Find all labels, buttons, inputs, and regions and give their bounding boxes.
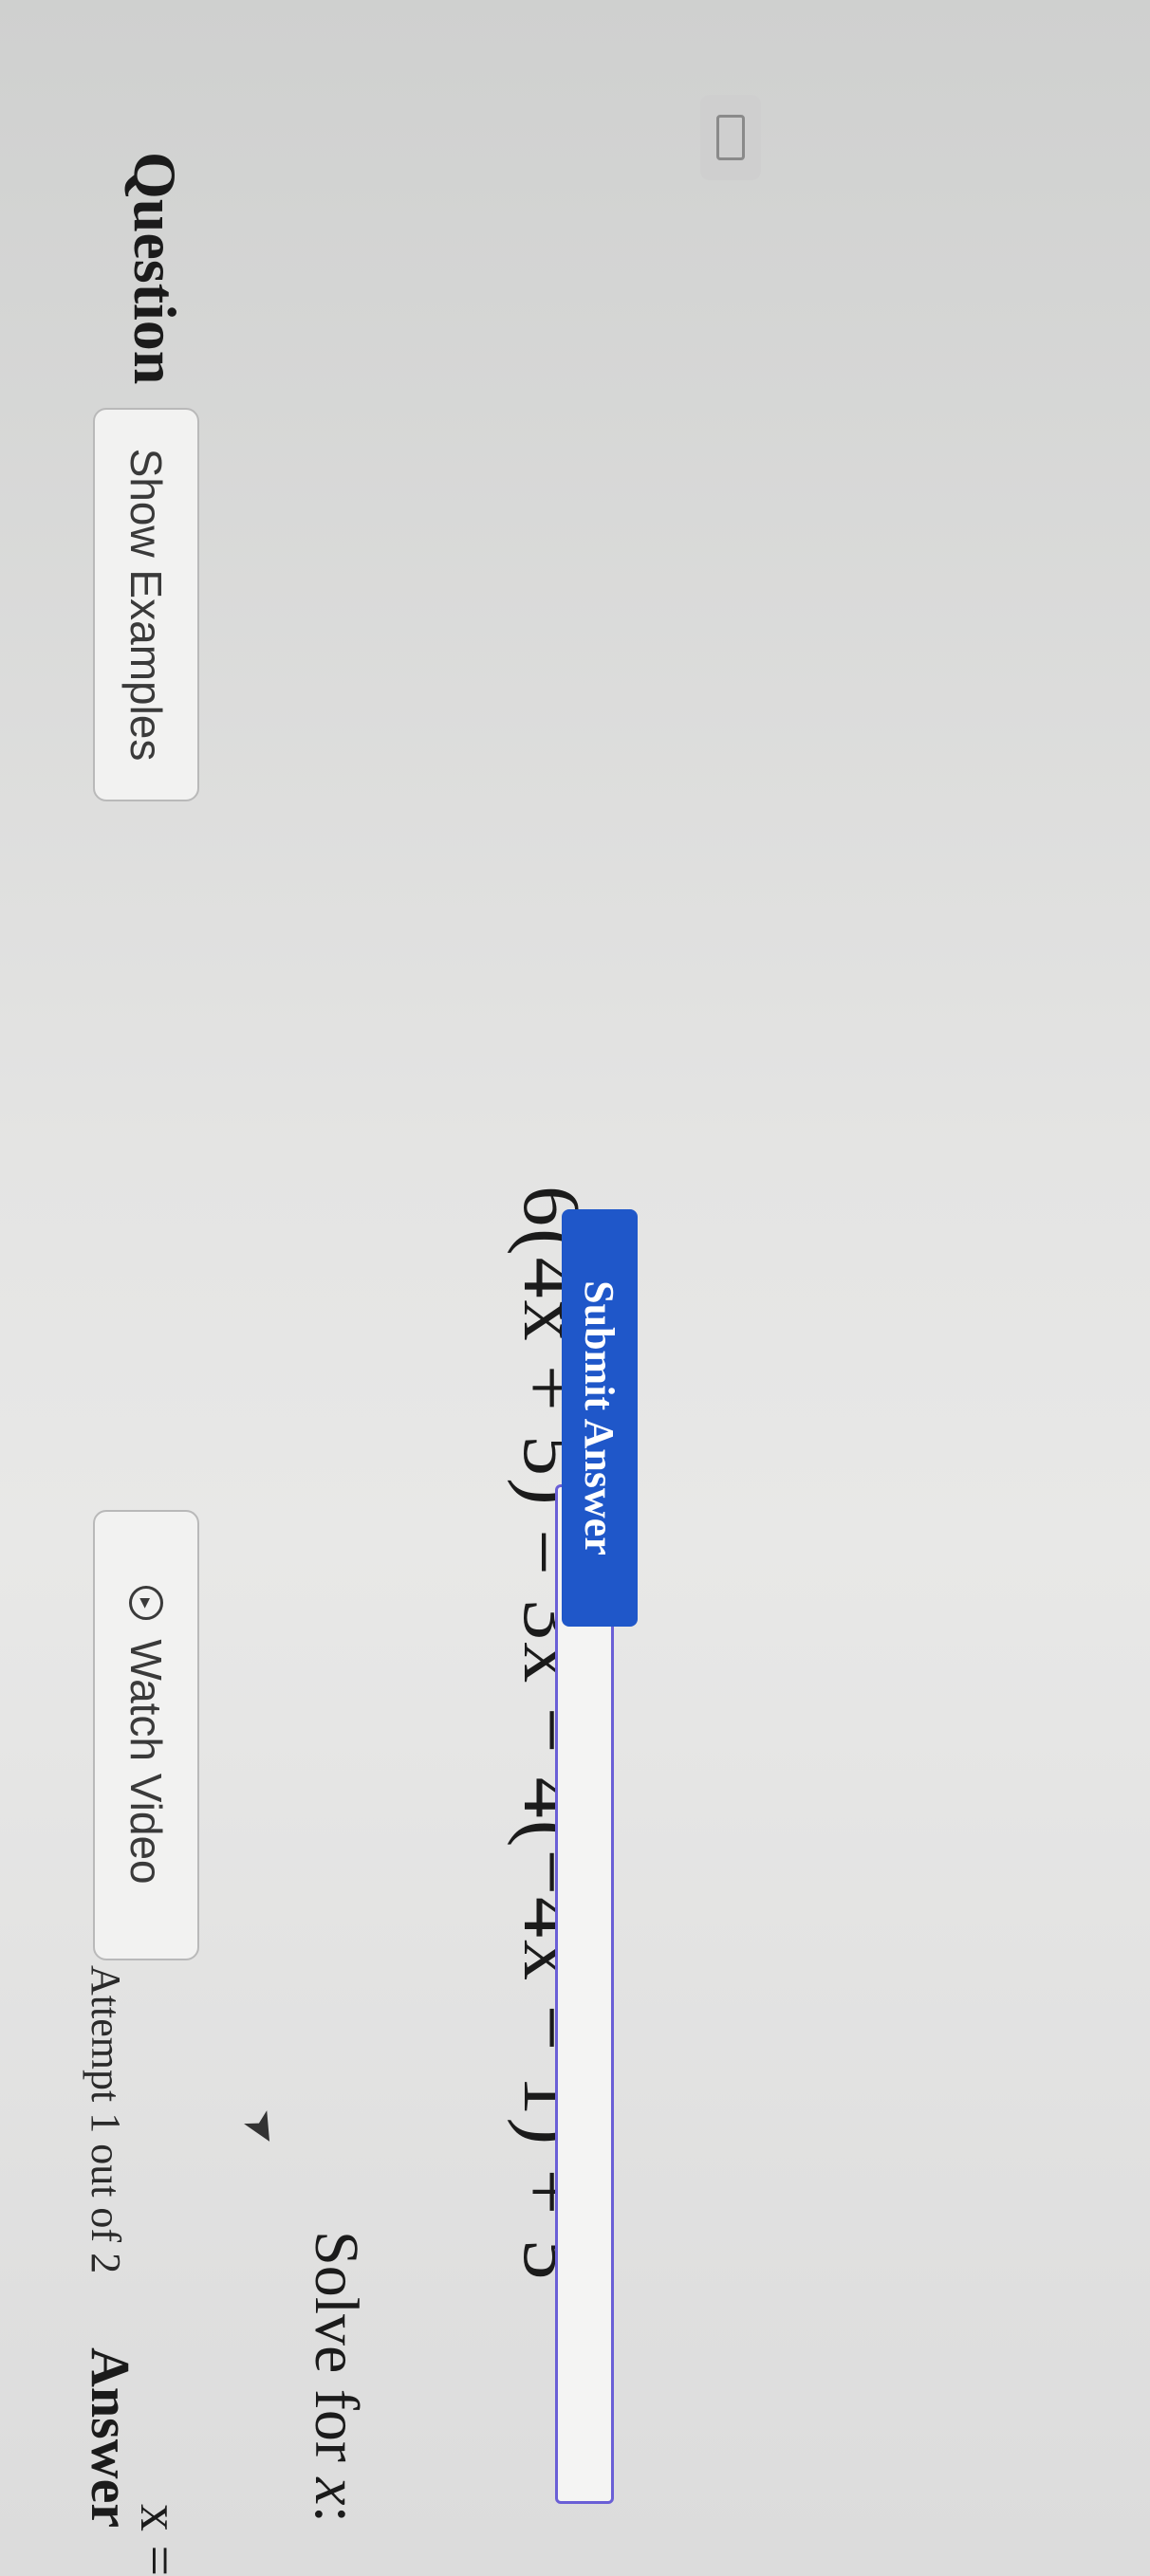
mouse-cursor-icon: ➤ [233, 2101, 291, 2155]
answer-label: Answer [80, 2347, 141, 2529]
watch-video-label: Watch Video [121, 1639, 171, 1885]
instruction-variable: x [302, 2477, 371, 2506]
submit-answer-button[interactable]: Submit Answer [562, 1209, 638, 1627]
keyboard-icon[interactable] [700, 95, 761, 180]
instruction-prefix: Solve for [302, 2231, 371, 2478]
solve-instruction: Solve for x: [300, 2231, 372, 2523]
watch-video-button[interactable]: ▶ Watch Video [93, 1510, 199, 1960]
show-examples-label: Show Examples [121, 448, 171, 762]
answer-input[interactable] [555, 1484, 614, 2504]
question-heading: Question [121, 152, 189, 385]
show-examples-button[interactable]: Show Examples [93, 408, 199, 801]
keyboard-glyph [716, 115, 745, 160]
play-circle-icon: ▶ [129, 1586, 163, 1621]
answer-variable-prefix: x = [129, 2504, 191, 2576]
screen: Question Show Examples ▶ Watch Video Sol… [0, 0, 1150, 2576]
attempt-counter: Attempt 1 out of 2 [83, 1965, 129, 2274]
instruction-suffix: : [302, 2505, 371, 2523]
